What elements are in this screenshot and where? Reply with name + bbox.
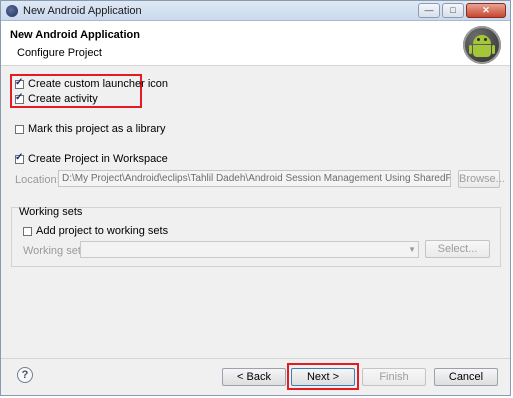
workspace-option[interactable]: Create Project in Workspace (15, 152, 168, 165)
chevron-down-icon: ▼ (408, 245, 416, 254)
create-activity-checkbox[interactable] (15, 92, 24, 104)
create-activity-label: Create activity (28, 93, 98, 105)
select-button[interactable]: Select... (425, 240, 490, 258)
android-eye-right (484, 38, 487, 41)
android-logo-icon (463, 26, 501, 64)
android-body (473, 45, 491, 57)
browse-button[interactable]: Browse... (458, 170, 505, 188)
android-arm-right (492, 45, 495, 54)
wizard-content: Create custom launcher icon Create activ… (1, 66, 510, 358)
android-arm-left (469, 45, 472, 54)
cancel-button[interactable]: Cancel (434, 368, 498, 386)
add-working-sets-label: Add project to working sets (36, 225, 169, 237)
window-controls: — □ ✕ (418, 3, 506, 18)
mark-library-label: Mark this project as a library (28, 123, 166, 135)
new-android-application-dialog: New Android Application — □ ✕ New Androi… (0, 0, 511, 396)
maximize-button[interactable]: □ (442, 3, 464, 18)
workspace-label: Create Project in Workspace (28, 153, 168, 165)
android-eye-left (477, 38, 480, 41)
mark-library-option[interactable]: Mark this project as a library (15, 123, 166, 135)
workspace-checkbox[interactable] (15, 152, 24, 164)
mark-library-checkbox[interactable] (15, 124, 24, 134)
working-sets-combo[interactable]: ▼ (80, 241, 419, 258)
launcher-icon-checkbox[interactable] (15, 77, 24, 89)
launcher-icon-option[interactable]: Create custom launcher icon (15, 77, 169, 90)
window-title: New Android Application (23, 5, 142, 17)
wizard-footer: ? < Back Next > Finish Cancel (1, 358, 510, 396)
location-label: Location: (15, 174, 60, 186)
working-sets-group-label: Working sets (19, 206, 83, 218)
create-activity-option[interactable]: Create activity (15, 92, 98, 105)
wizard-subtitle: Configure Project (17, 47, 102, 59)
location-field[interactable]: D:\My Project\Android\eclips\Tahlil Dade… (58, 170, 451, 187)
minimize-button[interactable]: — (418, 3, 440, 18)
add-working-sets-checkbox[interactable] (23, 226, 32, 236)
help-icon[interactable]: ? (17, 367, 33, 383)
wizard-header: New Android Application Configure Projec… (1, 21, 510, 66)
android-head (473, 35, 491, 44)
eclipse-icon (6, 5, 18, 17)
close-button[interactable]: ✕ (466, 3, 506, 18)
next-button[interactable]: Next > (291, 368, 355, 386)
launcher-icon-label: Create custom launcher icon (28, 78, 169, 90)
title-bar: New Android Application — □ ✕ (1, 1, 510, 21)
finish-button[interactable]: Finish (362, 368, 426, 386)
working-sets-group (11, 207, 501, 267)
add-working-sets-option[interactable]: Add project to working sets (23, 225, 168, 237)
back-button[interactable]: < Back (222, 368, 286, 386)
wizard-title: New Android Application (10, 29, 140, 41)
